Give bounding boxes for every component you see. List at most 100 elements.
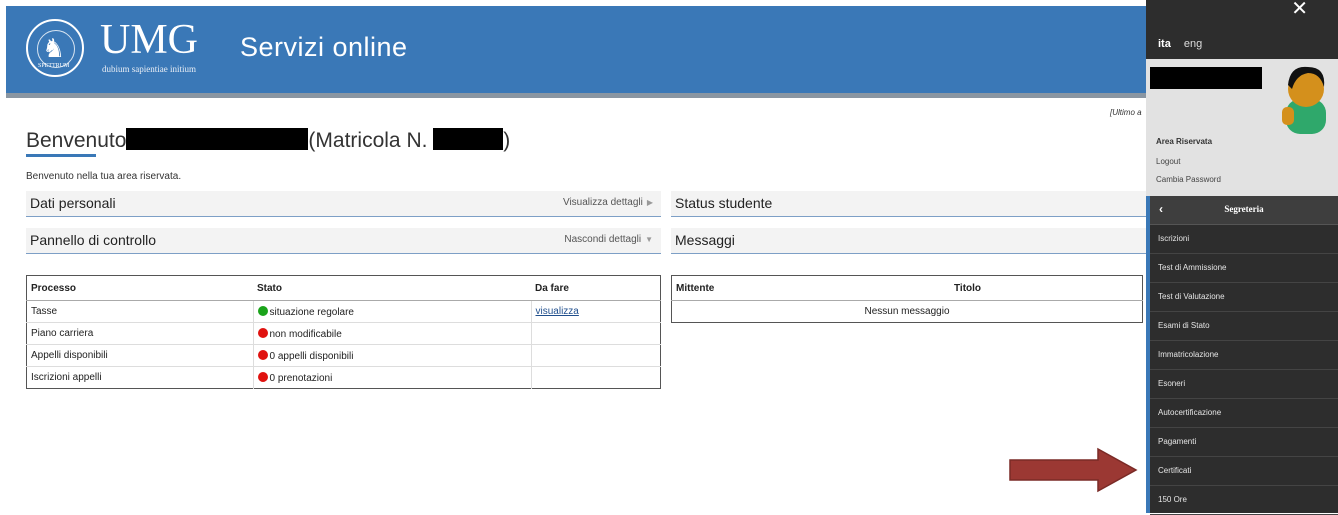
table-header-row: Processo Stato Da fare <box>26 275 661 301</box>
sidebar-item-label: Test di Ammissione <box>1158 263 1227 272</box>
lang-ita-link[interactable]: ita <box>1158 38 1171 50</box>
sidebar-item[interactable]: Certificati <box>1150 457 1338 486</box>
sidebar-item-label: Certificati <box>1158 466 1192 475</box>
section-status-studente: Status studente <box>671 191 1146 217</box>
da-fare-cell <box>531 322 661 345</box>
collapse-arrow-icon: ▼ <box>645 235 653 244</box>
sidebar-item-label: Test di Valutazione <box>1158 292 1225 301</box>
show-details-label: Visualizza dettagli <box>562 197 643 208</box>
change-password-link[interactable]: Cambia Password <box>1156 175 1221 184</box>
table-row: Appelli disponibili 0 appelli disponibili <box>26 344 661 367</box>
hide-details-link[interactable]: Nascondi dettagli ▼ <box>564 234 653 245</box>
sidebar-item-label: Iscrizioni <box>1158 234 1190 243</box>
column-header: Titolo <box>950 275 1143 301</box>
section-dati-personali: Dati personali Visualizza dettagli ▶ <box>26 191 661 217</box>
sidebar-item-label: Autocertificazione <box>1158 408 1222 417</box>
section-messaggi: Messaggi <box>671 228 1146 254</box>
side-panel: ✕ ita eng Area Riservata Logout Cambia P… <box>1146 0 1338 515</box>
table-row: Nessun messaggio <box>671 300 1143 323</box>
da-fare-cell <box>531 344 661 367</box>
section-title: Pannello di controllo <box>30 232 157 248</box>
column-header: Stato <box>253 275 531 301</box>
status-dot-icon <box>257 349 268 360</box>
expand-arrow-icon: ▶ <box>646 198 653 207</box>
welcome-subtitle: Benvenuto nella tua area riservata. <box>26 171 182 182</box>
visualizza-link[interactable]: visualizza <box>536 306 579 317</box>
processo-cell: Tasse <box>26 300 254 323</box>
process-table: Processo Stato Da fare Tasse situazione r… <box>26 275 661 389</box>
lang-eng-link[interactable]: eng <box>1184 38 1202 50</box>
sidebar-item[interactable]: Pagamenti <box>1150 428 1338 457</box>
column-header: Mittente <box>671 275 950 301</box>
table-header-row: Mittente Titolo <box>671 275 1143 301</box>
language-switcher: ita eng <box>1158 38 1202 50</box>
processo-cell: Appelli disponibili <box>26 344 254 367</box>
brand-name[interactable]: UMG <box>100 18 198 62</box>
table-row: Iscrizioni appelli 0 prenotazioni <box>26 366 661 389</box>
sidebar-item-label: Pagamenti <box>1158 437 1197 446</box>
section-pannello-controllo: Pannello di controllo Nascondi dettagli ▼ <box>26 228 661 254</box>
processo-cell: Iscrizioni appelli <box>26 366 254 389</box>
messages-table: Mittente Titolo Nessun messaggio <box>671 275 1143 323</box>
table-row: Piano carriera non modificabile <box>26 322 661 345</box>
university-logo[interactable]: ♞ SPETTRUM <box>26 19 84 77</box>
segreteria-header[interactable]: ‹ Segreteria <box>1150 196 1338 225</box>
sidebar-item[interactable]: Esami di Stato <box>1150 312 1338 341</box>
matricola-label: (Matricola N. <box>308 129 428 152</box>
logo-band-text: SPETTRUM <box>38 63 70 69</box>
stato-cell: non modificabile <box>253 322 532 345</box>
matricola-close: ) <box>503 129 511 152</box>
sidebar-item-label: Esoneri <box>1158 379 1186 388</box>
header-divider <box>6 93 1146 98</box>
sidebar-item[interactable]: Iscrizioni <box>1150 225 1338 254</box>
stato-text: 0 prenotazioni <box>269 372 333 384</box>
status-dot-icon <box>257 371 268 382</box>
welcome-title: Benvenuto <box>26 129 127 152</box>
annotation-arrow-icon <box>1009 447 1138 493</box>
user-box: Area Riservata Logout Cambia Password <box>1146 59 1338 196</box>
last-access-text: [Ultimo a <box>1110 108 1142 117</box>
brand-motto: dubium sapientiae initium <box>102 64 196 74</box>
segreteria-title: Segreteria <box>1224 204 1264 214</box>
header-banner: ♞ SPETTRUM UMG dubium sapientiae initium… <box>6 6 1146 98</box>
redacted-matricola <box>433 128 504 150</box>
close-icon[interactable]: ✕ <box>1291 0 1308 21</box>
section-title: Status studente <box>675 195 773 211</box>
sidebar-item-label: Immatricolazione <box>1158 350 1219 359</box>
stato-text: 0 appelli disponibili <box>269 350 354 362</box>
da-fare-cell <box>531 366 661 389</box>
da-fare-cell: visualizza <box>531 300 661 323</box>
sidebar-item[interactable]: 150 Ore <box>1150 486 1338 515</box>
sidebar-item-label: 150 Ore <box>1158 495 1187 504</box>
sidebar-item[interactable]: Test di Ammissione <box>1150 254 1338 283</box>
status-dot-icon <box>257 327 268 338</box>
sidebar-item[interactable]: Test di Valutazione <box>1150 283 1338 312</box>
sidebar-item[interactable]: Immatricolazione <box>1150 341 1338 370</box>
stato-text: non modificabile <box>269 328 342 340</box>
processo-cell: Piano carriera <box>26 322 254 345</box>
hide-details-label: Nascondi dettagli <box>564 234 642 245</box>
status-dot-icon <box>257 305 268 316</box>
horse-emblem-icon: ♞ <box>42 33 66 63</box>
stato-cell: situazione regolare <box>253 300 532 323</box>
redacted-user-name <box>1150 67 1262 89</box>
service-title: Servizi online <box>240 32 408 62</box>
area-riservata-label: Area Riservata <box>1156 137 1213 146</box>
sidebar-item-label: Esami di Stato <box>1158 321 1210 330</box>
empty-messages: Nessun messaggio <box>671 300 1143 323</box>
welcome-underline <box>26 154 96 157</box>
column-header: Processo <box>26 275 253 301</box>
table-row: Tasse situazione regolare visualizza <box>26 300 661 323</box>
stato-text: situazione regolare <box>269 306 355 318</box>
stato-cell: 0 appelli disponibili <box>253 344 532 367</box>
logout-link[interactable]: Logout <box>1156 157 1180 166</box>
section-title: Messaggi <box>675 232 735 248</box>
sidebar-item[interactable]: Autocertificazione <box>1150 399 1338 428</box>
avatar <box>1282 66 1326 134</box>
welcome-heading: Benvenuto (Matricola N. ) <box>26 128 510 153</box>
column-header: Da fare <box>531 275 661 301</box>
show-details-link[interactable]: Visualizza dettagli ▶ <box>563 197 653 208</box>
stato-cell: 0 prenotazioni <box>253 366 532 389</box>
section-title: Dati personali <box>30 195 116 211</box>
sidebar-item[interactable]: Esoneri <box>1150 370 1338 399</box>
